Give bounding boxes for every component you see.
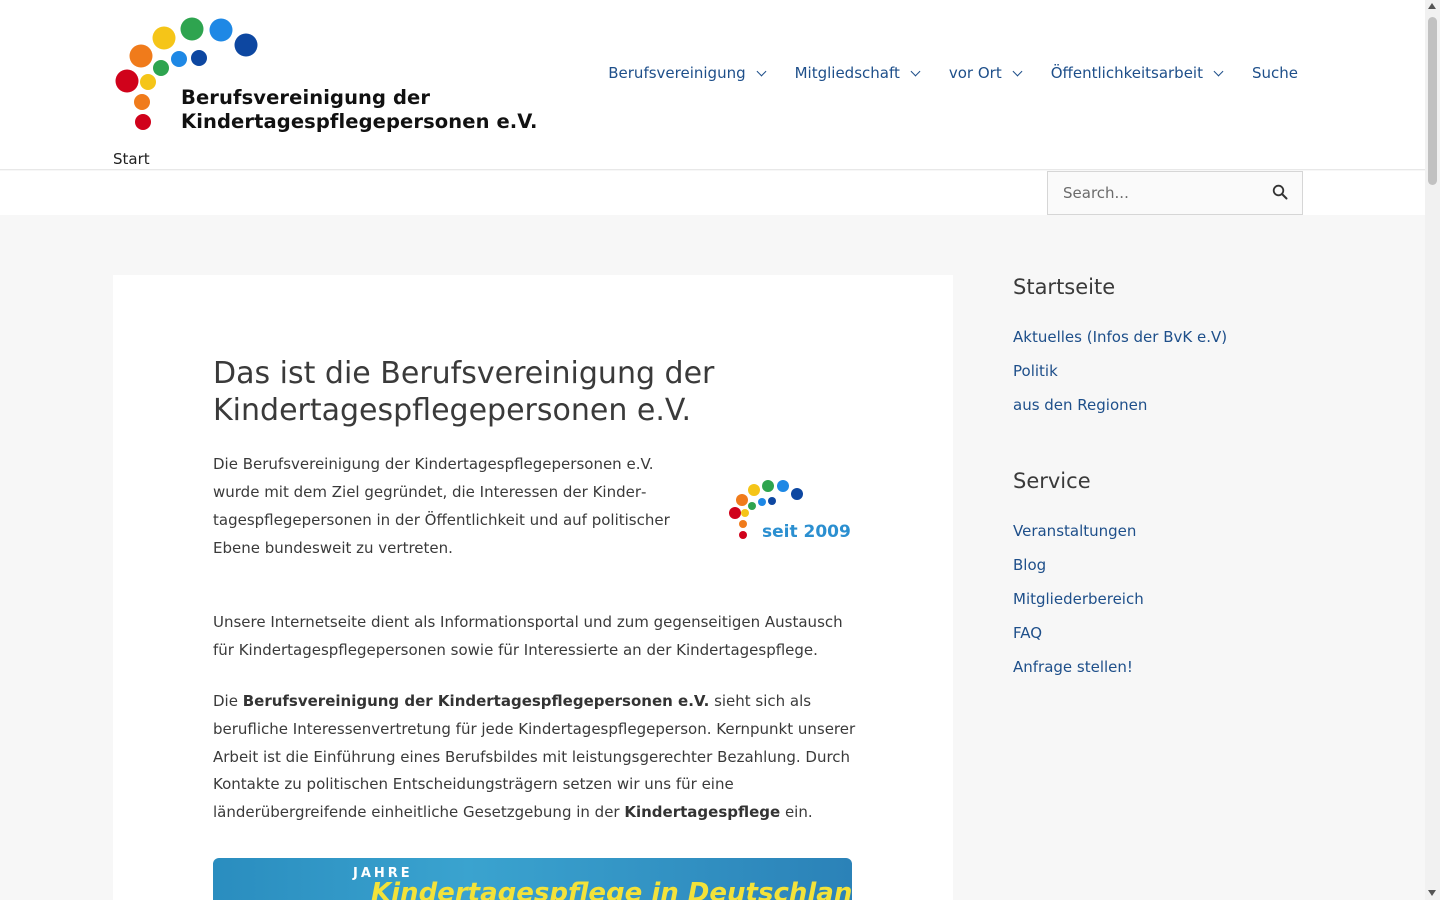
chevron-down-icon: [910, 66, 921, 76]
chevron-down-icon: [756, 66, 767, 76]
sidebar: Startseite Aktuelles (Infos der BvK e.V)…: [1013, 275, 1313, 676]
sidebar-link-mitgliederbereich[interactable]: Mitgliederbereich: [1013, 590, 1144, 608]
widget-title-service: Service: [1013, 469, 1091, 493]
logo-wordmark: Berufsvereinigung der Kindertagespflegep…: [181, 86, 538, 134]
scroll-down-arrow-icon[interactable]: [1428, 890, 1436, 896]
seit-2009-badge: seit 2009: [725, 480, 855, 550]
logo-line-2: Kindertagespflegepersonen e.V.: [181, 110, 538, 133]
scroll-up-arrow-icon[interactable]: [1428, 3, 1436, 9]
sidebar-link-veranstaltungen[interactable]: Veranstaltungen: [1013, 522, 1136, 540]
sidebar-link-aktuelles[interactable]: Aktuelles (Infos der BvK e.V): [1013, 328, 1227, 346]
sidebar-link-anfrage[interactable]: Anfrage stellen!: [1013, 658, 1133, 676]
nav-item-label: vor Ort: [948, 64, 1002, 82]
badge-text: seit 2009: [762, 522, 851, 542]
chevron-down-icon: [1213, 66, 1224, 76]
nav-item-oeffentlichkeitsarbeit[interactable]: Öffentlichkeitsarbeit: [1050, 64, 1224, 82]
sidebar-link-politik[interactable]: Politik: [1013, 362, 1058, 380]
paragraph-interessenvertretung: Die Berufsvereinigung der Kindertagespfl…: [213, 688, 858, 827]
site-header: Berufsvereinigung der Kindertagespflegep…: [0, 0, 1425, 170]
bold-kindertagespflege: Kindertagespflege: [624, 803, 781, 822]
search-input[interactable]: [1049, 173, 1259, 213]
vertical-scrollbar[interactable]: [1425, 0, 1440, 900]
nav-item-label: Suche: [1251, 64, 1298, 82]
text-run: ein.: [780, 803, 813, 822]
nav-item-label: Mitgliedschaft: [794, 64, 900, 82]
widget-title-startseite: Startseite: [1013, 275, 1116, 299]
startseite-link-list: Aktuelles (Infos der BvK e.V) Politik au…: [1013, 327, 1313, 415]
search-icon: [1272, 184, 1288, 199]
nav-item-label: Öffentlichkeitsarbeit: [1050, 64, 1203, 82]
main-content: Das ist die Berufsvereinigung der Kinder…: [113, 275, 953, 900]
service-link-list: Veranstaltungen Blog Mitgliederbereich F…: [1013, 521, 1144, 677]
text-run: sieht sich als berufliche Interessenvert…: [213, 692, 856, 822]
sidebar-link-blog[interactable]: Blog: [1013, 556, 1046, 574]
chevron-down-icon: [1012, 66, 1023, 76]
widget-startseite: Startseite Aktuelles (Infos der BvK e.V)…: [1013, 275, 1313, 415]
intro-paragraph: Die Berufsvereinigung der Kindertagespfl…: [213, 455, 670, 557]
nav-item-suche[interactable]: Suche: [1252, 64, 1298, 82]
nav-item-label: Berufsvereinigung: [608, 64, 746, 82]
paragraph-internetseite: Unsere Internetseite dient als Informati…: [213, 613, 843, 659]
widget-service: Service Veranstaltungen Blog Mitgliederb…: [1013, 469, 1144, 691]
nav-item-berufsvereinigung[interactable]: Berufsvereinigung: [608, 64, 767, 82]
site-logo[interactable]: Berufsvereinigung der Kindertagespflegep…: [113, 14, 537, 134]
sidebar-link-regionen[interactable]: aus den Regionen: [1013, 396, 1147, 414]
search-form: [1047, 171, 1303, 215]
banner-title-text: Kindertagespflege in Deutschland: [371, 878, 852, 900]
sidebar-link-faq[interactable]: FAQ: [1013, 624, 1042, 642]
scrollbar-thumb[interactable]: [1428, 17, 1437, 185]
logo-line-1: Berufsvereinigung der: [181, 86, 431, 109]
anniversary-banner-image: JAHRE Kindertagespflege in Deutschland: [213, 858, 852, 900]
text-run: Die: [213, 692, 243, 710]
search-button[interactable]: [1270, 183, 1290, 203]
nav-item-mitgliedschaft[interactable]: Mitgliedschaft: [794, 64, 921, 82]
main-navigation: Berufsvereinigung Mitgliedschaft vor Ort…: [608, 64, 1298, 82]
nav-item-vor-ort[interactable]: vor Ort: [948, 64, 1023, 82]
page-title: Das ist die Berufsvereinigung der Kinder…: [213, 356, 715, 428]
bold-org-name: Berufsvereinigung der Kindertagespflegep…: [242, 692, 710, 710]
search-bar-strip: [0, 171, 1425, 215]
breadcrumb-start[interactable]: Start: [113, 150, 150, 168]
